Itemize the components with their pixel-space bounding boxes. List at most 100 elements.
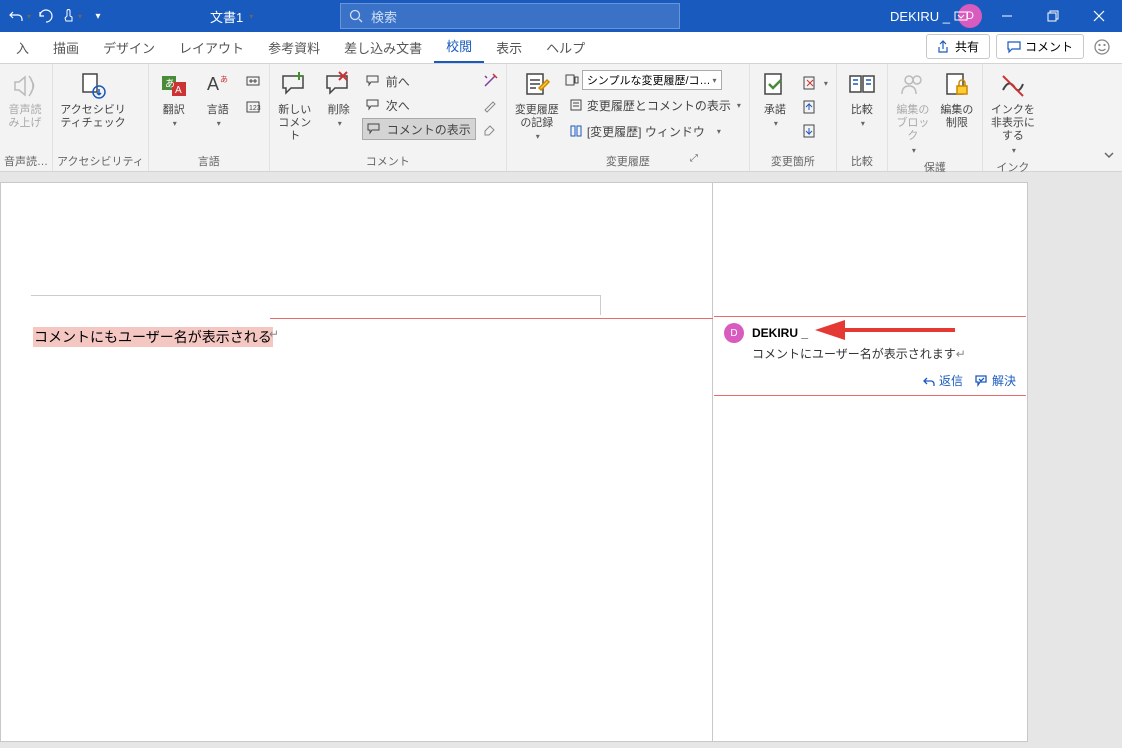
group-language: あA 翻訳▾ Aあ 言語▾ 123 言語 (149, 64, 270, 171)
group-compare: 比較▾ 比較 (837, 64, 888, 171)
maximize-button[interactable] (1030, 0, 1076, 32)
tab-design[interactable]: デザイン (91, 32, 167, 63)
speaker-icon (9, 70, 41, 102)
comment-connector (270, 318, 713, 319)
language-icon: Aあ (202, 70, 234, 102)
display-for-review-combo[interactable]: シンプルな変更履歴/コ…▾ (582, 70, 722, 90)
share-icon (937, 40, 951, 54)
show-markup-button[interactable]: 変更履歴とコメントの表示▾ (565, 94, 745, 116)
qat-customize[interactable]: ▾ (86, 4, 110, 28)
svg-text:123: 123 (249, 105, 261, 112)
prev-icon (366, 74, 382, 88)
undo-button[interactable]: ▾ (8, 4, 32, 28)
accept-icon (759, 70, 791, 102)
comment-body: コメントにユーザー名が表示されます↵ (752, 345, 1016, 362)
accessibility-check-button[interactable]: アクセシビリティチェック (57, 68, 129, 132)
translate-button[interactable]: あA 翻訳▾ (153, 68, 195, 131)
previous-comment-button[interactable]: 前へ (362, 70, 476, 92)
language-button[interactable]: Aあ 言語▾ (197, 68, 239, 131)
ribbon-display-button[interactable] (938, 0, 984, 32)
reviewing-pane-button[interactable]: [変更履歴] ウィンドウ▾ (565, 120, 745, 142)
paragraph-mark: ↵ (269, 327, 279, 341)
resolve-icon (975, 374, 989, 388)
word-count-button[interactable]: 123 (241, 96, 265, 118)
quick-access-toolbar: ▾ ▾ ▾ (0, 4, 110, 28)
track-changes-button[interactable]: 変更履歴の記録▾ (511, 68, 563, 144)
show-comments-button[interactable]: コメントの表示 (362, 118, 476, 140)
show-comments-icon (367, 122, 383, 136)
read-aloud-button[interactable]: 音声読み上げ (4, 68, 46, 132)
tab-insert[interactable]: 入 (4, 32, 41, 63)
annotation-arrow (815, 316, 955, 346)
touch-mode-button[interactable]: ▾ (60, 4, 84, 28)
collapse-ribbon-button[interactable] (1102, 148, 1116, 165)
tab-references[interactable]: 参考資料 (256, 32, 332, 63)
compare-button[interactable]: 比較▾ (841, 68, 883, 131)
tab-draw[interactable]: 描画 (41, 32, 91, 63)
group-protect: 編集のブロック▾ 編集の制限 保護 (888, 64, 983, 171)
hide-ink-button[interactable]: インクを非表示にする▾ (987, 68, 1039, 157)
comment-icon (1007, 40, 1021, 54)
group-accessibility: アクセシビリティチェック アクセシビリティ (53, 64, 149, 171)
restrict-icon (941, 70, 973, 102)
title-bar: ▾ ▾ ▾ 文書1▾ 検索 DEKIRU _ D (0, 0, 1122, 32)
group-ink: インクを非表示にする▾ インク (983, 64, 1043, 171)
previous-change-button[interactable] (798, 96, 832, 118)
next-icon (366, 98, 382, 112)
feedback-button[interactable] (1090, 35, 1114, 59)
svg-text:あ: あ (165, 78, 175, 90)
tab-help[interactable]: ヘルプ (534, 32, 597, 63)
new-comment-icon (279, 70, 311, 102)
eraser-button[interactable] (478, 118, 502, 140)
block-icon (897, 70, 929, 102)
minimize-button[interactable] (984, 0, 1030, 32)
svg-text:A: A (207, 74, 219, 94)
group-speech: 音声読み上げ 音声読… (0, 64, 53, 171)
block-authors-button: 編集のブロック▾ (892, 68, 934, 157)
ribbon: 音声読み上げ 音声読… アクセシビリティチェック アクセシビリティ あA 翻訳▾… (0, 64, 1122, 172)
delete-comment-button[interactable]: 削除▾ (318, 68, 360, 131)
search-box[interactable]: 検索 (340, 3, 680, 29)
comment-avatar: D (724, 323, 744, 343)
reject-button[interactable]: ▾ (798, 72, 832, 94)
tab-layout[interactable]: レイアウト (167, 32, 256, 63)
svg-text:A: A (175, 85, 182, 96)
share-button[interactable]: 共有 (926, 34, 990, 59)
accessibility-icon (77, 70, 109, 102)
track-changes-icon (521, 70, 553, 102)
comments-pane (713, 182, 1028, 742)
svg-text:あ: あ (220, 75, 228, 84)
reply-button[interactable]: 返信 (922, 372, 963, 389)
ribbon-tabs: 入 描画 デザイン レイアウト 参考資料 差し込み文書 校閲 表示 ヘルプ 共有… (0, 32, 1122, 64)
tab-review[interactable]: 校閲 (434, 30, 484, 63)
ink-comment-button[interactable] (478, 70, 502, 92)
search-icon (349, 9, 363, 23)
next-change-button[interactable] (798, 120, 832, 142)
close-button[interactable] (1076, 0, 1122, 32)
tracking-dialog-launcher[interactable]: ⤢ (690, 153, 702, 164)
document-area: コメントにもユーザー名が表示される ↵ D DEKIRU _ コメントにユーザー… (0, 172, 1122, 748)
redo-button[interactable] (34, 4, 58, 28)
commented-text[interactable]: コメントにもユーザー名が表示される (33, 327, 273, 347)
group-comments: 新しいコメント 削除▾ 前へ 次へ コメントの表示 コメント (270, 64, 507, 171)
group-tracking: 変更履歴の記録▾ シンプルな変更履歴/コ…▾ 変更履歴とコメントの表示▾ [変更… (507, 64, 750, 171)
group-changes: 承諾▾ ▾ 変更箇所 (750, 64, 837, 171)
document-title[interactable]: 文書1▾ (210, 7, 253, 26)
delete-comment-icon (323, 70, 355, 102)
accept-button[interactable]: 承諾▾ (754, 68, 796, 131)
comment-author: DEKIRU _ (752, 326, 808, 340)
compare-icon (846, 70, 878, 102)
next-comment-button[interactable]: 次へ (362, 94, 476, 116)
ink-icon (997, 70, 1029, 102)
translate-icon: あA (158, 70, 190, 102)
tab-mailings[interactable]: 差し込み文書 (332, 32, 434, 63)
window-controls (938, 0, 1122, 32)
pen-button[interactable] (478, 94, 502, 116)
comments-button[interactable]: コメント (996, 34, 1084, 59)
update-ime-button[interactable] (241, 72, 265, 94)
tab-view[interactable]: 表示 (484, 32, 534, 63)
restrict-editing-button[interactable]: 編集の制限 (936, 68, 978, 132)
new-comment-button[interactable]: 新しいコメント (274, 68, 316, 146)
resolve-button[interactable]: 解決 (975, 372, 1016, 389)
document-page[interactable]: コメントにもユーザー名が表示される ↵ (0, 182, 713, 742)
